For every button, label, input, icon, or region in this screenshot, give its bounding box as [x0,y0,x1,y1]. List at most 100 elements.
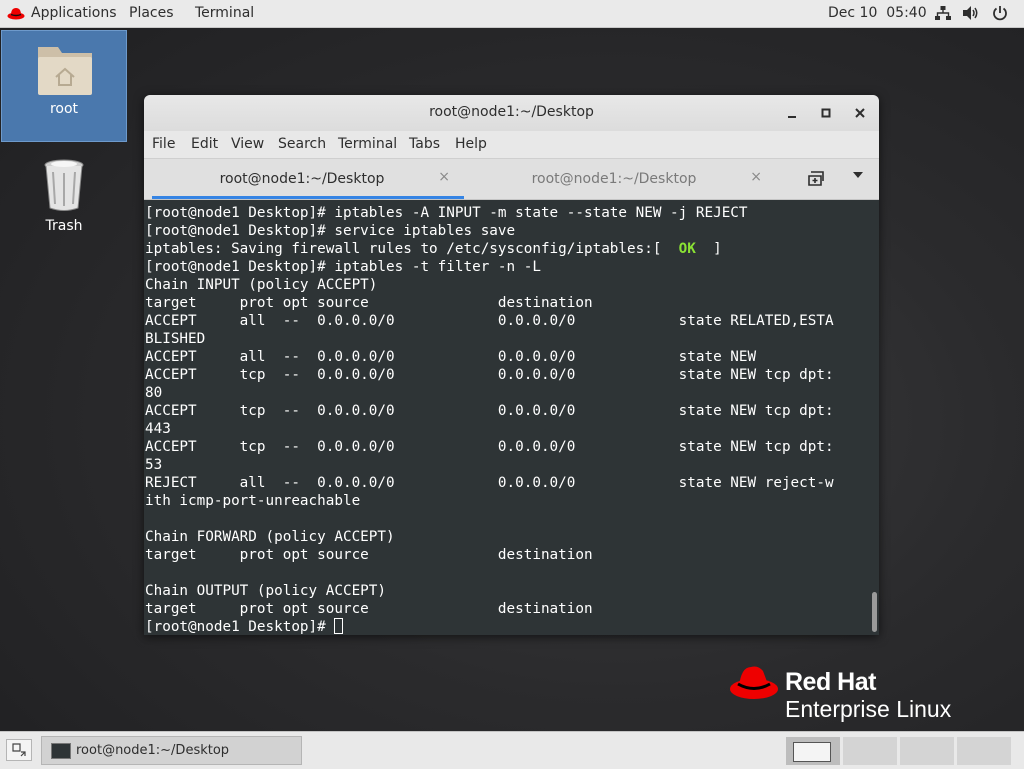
applications-menu[interactable]: Applications [31,5,117,21]
terminal-line-text: [root@node1 Desktop]# [145,619,335,635]
redhat-logo-icon [729,663,779,705]
terminal-line-text: 443 [145,421,171,437]
terminal-output[interactable]: [root@node1 Desktop]# iptables -A INPUT … [144,200,869,635]
terminal-line: target prot opt source destination [145,546,869,564]
chevron-down-icon[interactable] [852,169,864,184]
terminal-line: ACCEPT all -- 0.0.0.0/0 0.0.0.0/0 state … [145,312,869,330]
desktop-icon-label: Trash [45,218,83,234]
terminal-line: BLISHED [145,330,869,348]
terminal-line: Chain FORWARD (policy ACCEPT) [145,528,869,546]
window-title: root@node1:~/Desktop [429,104,594,120]
menu-terminal[interactable]: Terminal [338,136,397,152]
terminal-line: [root@node1 Desktop]# iptables -t filter… [145,258,869,276]
workspace-2[interactable] [843,737,897,765]
terminal-line-text: ACCEPT tcp -- 0.0.0.0/0 0.0.0.0/0 state … [145,439,834,455]
terminal-line: target prot opt source destination [145,294,869,312]
terminal-line-text: ith icmp-port-unreachable [145,493,361,509]
terminal-line: [root@node1 Desktop]# iptables -A INPUT … [145,204,869,222]
tab-label: root@node1:~/Desktop [219,171,385,187]
terminal-line: iptables: Saving firewall rules to /etc/… [145,240,869,258]
terminal-line-text: iptables: Saving firewall rules to /etc/… [145,241,679,257]
tab-label: root@node1:~/Desktop [531,171,697,187]
desktop-icon-trash[interactable]: Trash [1,154,127,244]
tab-close-icon[interactable]: × [438,169,450,185]
terminal-line: ACCEPT tcp -- 0.0.0.0/0 0.0.0.0/0 state … [145,366,869,384]
tab-bar: root@node1:~/Desktop × root@node1:~/Desk… [144,159,879,200]
terminal-line-text: 53 [145,457,163,473]
branding-line-1: Red Hat [785,668,876,696]
terminal-line: ACCEPT tcp -- 0.0.0.0/0 0.0.0.0/0 state … [145,402,869,420]
network-icon[interactable] [935,6,951,25]
bottom-panel: root@node1:~/Desktop [0,731,1024,769]
volume-icon[interactable] [962,5,980,25]
show-desktop-button[interactable] [6,739,32,761]
workspace-1[interactable] [786,737,840,765]
terminal-line-text: ACCEPT all -- 0.0.0.0/0 0.0.0.0/0 state … [145,313,834,329]
menu-view[interactable]: View [231,136,264,152]
desktop-icon-label: root [49,101,79,117]
close-button[interactable] [850,103,870,123]
menu-edit[interactable]: Edit [191,136,218,152]
ok-suffix: ] [695,241,722,257]
terminal-icon [51,743,71,759]
workspace-3[interactable] [900,737,954,765]
terminal-line-text: [root@node1 Desktop]# iptables -A INPUT … [145,205,748,221]
terminal-line-text: [root@node1 Desktop]# service iptables s… [145,223,516,239]
maximize-button[interactable] [816,103,836,123]
new-tab-icon[interactable] [806,169,826,191]
terminal-line: ACCEPT tcp -- 0.0.0.0/0 0.0.0.0/0 state … [145,438,869,456]
tab-active[interactable]: root@node1:~/Desktop × [152,159,464,199]
show-desktop-icon [12,743,26,757]
terminal-line: ith icmp-port-unreachable [145,492,869,510]
terminal-app-menu[interactable]: Terminal [195,5,254,21]
terminal-line-text: target prot opt source destination [145,601,593,617]
tab-inactive[interactable]: root@node1:~/Desktop × [464,159,776,199]
terminal-line-text: Chain OUTPUT (policy ACCEPT) [145,583,387,599]
terminal-line: Chain INPUT (policy ACCEPT) [145,276,869,294]
terminal-line-text: Chain INPUT (policy ACCEPT) [145,277,378,293]
terminal-line: [root@node1 Desktop]# service iptables s… [145,222,869,240]
menubar: File Edit View Search Terminal Tabs Help [144,131,879,159]
terminal-line-text: ACCEPT tcp -- 0.0.0.0/0 0.0.0.0/0 state … [145,367,834,383]
menu-file[interactable]: File [152,136,175,152]
tab-close-icon[interactable]: × [750,169,762,185]
ok-status: OK [678,241,696,257]
terminal-line: 80 [145,384,869,402]
minimize-button[interactable] [782,103,802,123]
terminal-line-text: target prot opt source destination [145,547,593,563]
places-menu[interactable]: Places [129,5,174,21]
branding-line-2: Enterprise Linux [785,696,952,722]
terminal-line: Chain OUTPUT (policy ACCEPT) [145,582,869,600]
terminal-line-text: 80 [145,385,163,401]
terminal-line: target prot opt source destination [145,600,869,618]
scrollbar[interactable] [871,200,879,635]
desktop-icon-root[interactable]: root [1,30,127,142]
terminal-line: 443 [145,420,869,438]
workspace-window-thumb [793,742,831,762]
clock[interactable]: Dec 10 05:40 [828,5,927,21]
menu-tabs[interactable]: Tabs [409,136,440,152]
redhat-fedora-icon[interactable] [7,5,25,21]
window-titlebar[interactable]: root@node1:~/Desktop [144,95,879,131]
terminal-line: ACCEPT all -- 0.0.0.0/0 0.0.0.0/0 state … [145,348,869,366]
terminal-window: root@node1:~/Desktop File Edit View Sear… [144,95,879,635]
workspace-4[interactable] [957,737,1011,765]
power-icon[interactable] [992,5,1008,25]
terminal-line-text: REJECT all -- 0.0.0.0/0 0.0.0.0/0 state … [145,475,834,491]
text-cursor [334,618,344,634]
taskbar-window-label: root@node1:~/Desktop [76,743,230,758]
trash-icon [43,158,85,216]
terminal-line-text: ACCEPT all -- 0.0.0.0/0 0.0.0.0/0 state … [145,349,757,365]
menu-search[interactable]: Search [278,136,326,152]
scrollbar-thumb[interactable] [872,592,877,632]
terminal-line-text: BLISHED [145,331,206,347]
terminal-line-text: [root@node1 Desktop]# iptables -t filter… [145,259,541,275]
menu-help[interactable]: Help [455,136,487,152]
taskbar-window-button[interactable]: root@node1:~/Desktop [41,736,302,765]
terminal-line: REJECT all -- 0.0.0.0/0 0.0.0.0/0 state … [145,474,869,492]
terminal-line-text: target prot opt source destination [145,295,593,311]
terminal-line: 53 [145,456,869,474]
home-folder-icon [36,41,94,101]
